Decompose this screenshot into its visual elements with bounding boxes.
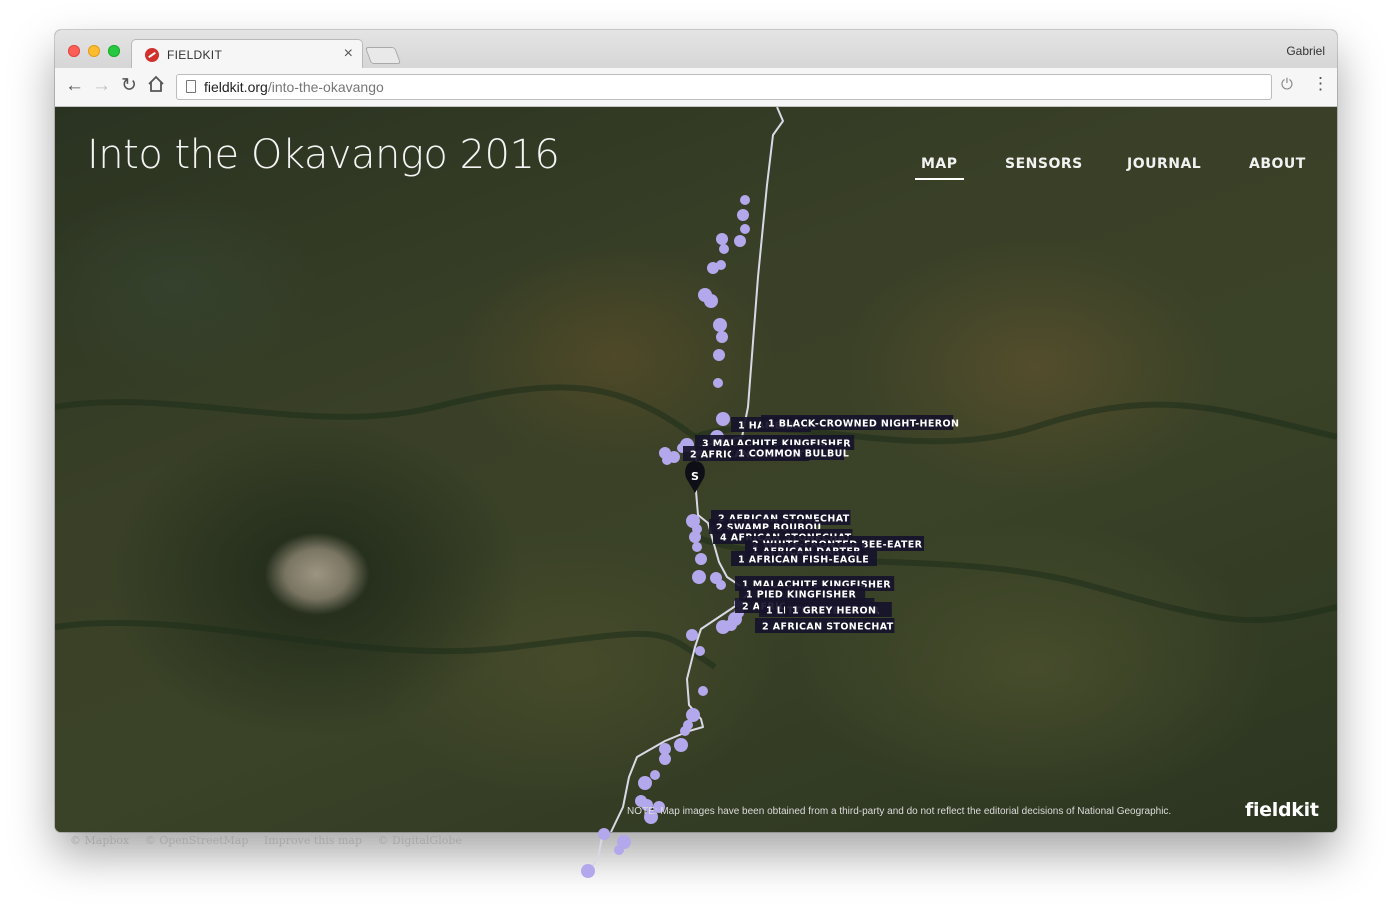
sighting-dot	[692, 570, 706, 584]
tab-fieldkit[interactable]: FIELDKIT ×	[131, 39, 363, 70]
sighting-dot	[734, 235, 746, 247]
river-channel	[55, 384, 697, 440]
sighting-dot	[674, 738, 688, 752]
sighting-label: 1 COMMON BULBUL	[738, 449, 849, 460]
address-bar[interactable]: fieldkit.org/into-the-okavango	[176, 74, 1272, 100]
nav-map[interactable]: MAP	[915, 156, 963, 180]
sighting-dot	[686, 629, 698, 641]
tab-strip: FIELDKIT × Gabriel	[55, 30, 1337, 70]
minimize-window-button[interactable]	[88, 45, 100, 57]
close-window-button[interactable]	[68, 45, 80, 57]
nav-about[interactable]: ABOUT	[1249, 156, 1306, 172]
sighting-label: 1 BLACK-CROWNED NIGHT-HERON	[768, 419, 959, 430]
fieldkit-logo[interactable]: fieldkit	[1245, 799, 1319, 821]
sighting-dot	[713, 378, 723, 388]
sighting-dot	[689, 531, 701, 543]
sighting-dot	[740, 195, 750, 205]
sighting-dot	[716, 233, 728, 245]
sighting-dot	[716, 412, 730, 426]
sighting-dot	[740, 224, 750, 234]
tab-title: FIELDKIT	[167, 48, 223, 62]
sighting-dot	[704, 294, 718, 308]
sighting-dot	[713, 318, 727, 332]
sighting-label: 1 AFRICAN FISH-EAGLE	[738, 555, 869, 566]
profile-name[interactable]: Gabriel	[1286, 44, 1325, 58]
attribution-improve[interactable]: Improve this map	[264, 834, 362, 847]
sighting-dot	[737, 209, 749, 221]
sighting-dot	[638, 776, 652, 790]
sighting-dot	[650, 770, 660, 780]
river-channel	[55, 619, 717, 670]
sighting-dot	[680, 726, 690, 736]
sighting-label: 1 GREY HERON	[792, 606, 876, 617]
sighting-dot	[698, 686, 708, 696]
nav-sensors[interactable]: SENSORS	[1005, 156, 1083, 172]
satellite-map[interactable]: 1 HAMERKOP1 BLACK-CROWNED NIGHT-HERON3 M…	[55, 107, 1337, 832]
fieldkit-favicon-icon	[145, 48, 159, 62]
power-icon[interactable]: ⏻	[1281, 76, 1293, 93]
map-attribution: © Mapbox © OpenStreetMap Improve this ma…	[70, 834, 474, 847]
map-viewport[interactable]: 1 HAMERKOP1 BLACK-CROWNED NIGHT-HERON3 M…	[55, 107, 1337, 832]
sighting-dot	[659, 753, 671, 765]
sighting-dot	[686, 708, 700, 722]
page-icon	[186, 80, 196, 93]
url-host: fieldkit.org	[204, 79, 268, 95]
kebab-menu-icon[interactable]: ⋮	[1312, 74, 1329, 94]
attribution-digitalglobe[interactable]: © DigitalGlobe	[378, 834, 462, 847]
sighting-dot	[695, 553, 707, 565]
browser-toolbar: ← → ↻ fieldkit.org/into-the-okavango ⏻ ⋮	[55, 68, 1337, 107]
nav-journal[interactable]: JOURNAL	[1127, 156, 1201, 172]
attribution-osm[interactable]: © OpenStreetMap	[145, 834, 249, 847]
arrow-right-icon[interactable]: →	[92, 75, 111, 97]
attribution-mapbox[interactable]: © Mapbox	[70, 834, 129, 847]
sighting-dot	[662, 455, 672, 465]
start-marker-label: S	[691, 470, 699, 483]
url-path: /into-the-okavango	[267, 79, 384, 95]
sighting-dot	[716, 331, 728, 343]
new-tab-button[interactable]	[364, 47, 402, 64]
sighting-dot	[707, 262, 719, 274]
browser-window: FIELDKIT × Gabriel ← → ↻ fieldkit.org/in…	[55, 30, 1337, 832]
sighting-dot	[713, 349, 725, 361]
sighting-dot	[695, 646, 705, 656]
url-text[interactable]: fieldkit.org/into-the-okavango	[204, 79, 384, 95]
sighting-dot	[716, 580, 726, 590]
sighting-dot	[692, 542, 702, 552]
tab-close-icon[interactable]: ×	[344, 45, 353, 63]
arrow-left-icon[interactable]: ←	[65, 75, 84, 97]
maximize-window-button[interactable]	[108, 45, 120, 57]
sighting-dot	[716, 620, 730, 634]
page-title: Into the Okavango 2016	[87, 132, 560, 178]
reload-icon[interactable]: ↻	[121, 75, 137, 97]
sighting-label: 2 AFRICAN STONECHAT	[762, 622, 894, 633]
home-icon[interactable]	[147, 75, 165, 99]
map-disclaimer: NOTE: Map images have been obtained from…	[627, 806, 1172, 817]
sighting-dot	[719, 244, 729, 254]
